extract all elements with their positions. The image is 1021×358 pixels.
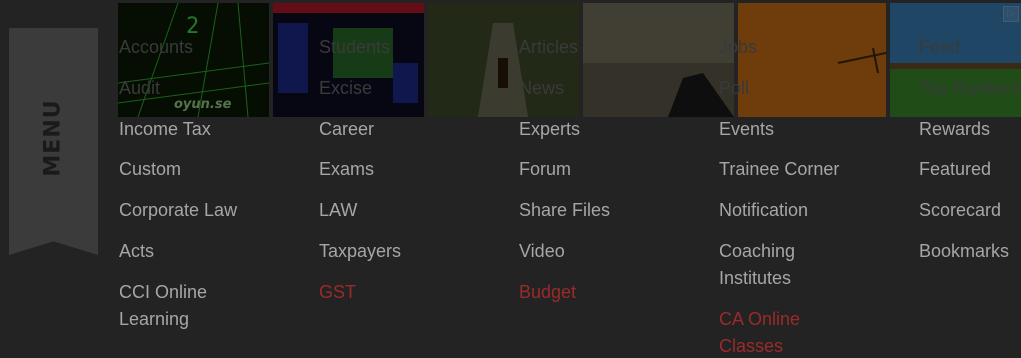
menu-item[interactable]: Share Files <box>519 197 699 224</box>
menu-item[interactable]: Income Tax <box>119 116 299 143</box>
menu-item[interactable]: Trainee Corner <box>719 156 899 183</box>
menu-item[interactable]: Students <box>319 34 499 61</box>
menu-item[interactable]: Forum <box>519 156 699 183</box>
menu-item[interactable]: Audit <box>119 75 299 102</box>
menu-item-gst[interactable]: GST <box>319 279 499 306</box>
menu-item[interactable]: Taxpayers <box>319 238 499 265</box>
menu-item[interactable]: Career <box>319 116 499 143</box>
menu-item[interactable]: Top Rankers <box>919 75 1021 102</box>
menu-item-budget[interactable]: Budget <box>519 279 699 306</box>
menu-item[interactable]: Acts <box>119 238 299 265</box>
menu-item[interactable]: LAW <box>319 197 499 224</box>
menu-item[interactable]: Jobs <box>719 34 899 61</box>
menu-item[interactable]: Events <box>719 116 899 143</box>
menu-overlay: MENU 2 oyun.se ▷ Accounts Audit Income T… <box>0 0 1021 358</box>
menu-item[interactable]: Video <box>519 238 699 265</box>
menu-item-ca-online-classes[interactable]: CA Online Classes <box>719 306 819 358</box>
menu-item[interactable]: Feed <box>919 34 1021 61</box>
menu-item[interactable]: Poll <box>719 75 899 102</box>
menu-item[interactable]: Accounts <box>119 34 299 61</box>
menu-item[interactable]: Corporate Law <box>119 197 299 224</box>
menu-item[interactable]: Notification <box>719 197 899 224</box>
menu-item[interactable]: Experts <box>519 116 699 143</box>
menu-item[interactable]: Articles <box>519 34 699 61</box>
menu-item[interactable]: News <box>519 75 699 102</box>
menu-item[interactable]: Exams <box>319 156 499 183</box>
ad-choices-icon[interactable]: ▷ <box>1003 6 1019 22</box>
menu-item[interactable]: Featured <box>919 156 1021 183</box>
menu-label: MENU <box>40 99 66 177</box>
menu-item[interactable]: Excise <box>319 75 499 102</box>
menu-item[interactable]: Custom <box>119 156 299 183</box>
menu-item[interactable]: Scorecard <box>919 197 1021 224</box>
menu-item[interactable]: Rewards <box>919 116 1021 143</box>
menu-item[interactable]: Bookmarks <box>919 238 1021 265</box>
menu-item[interactable]: Coaching Institutes <box>719 238 819 292</box>
menu-item[interactable]: CCI Online Learning <box>119 279 239 333</box>
